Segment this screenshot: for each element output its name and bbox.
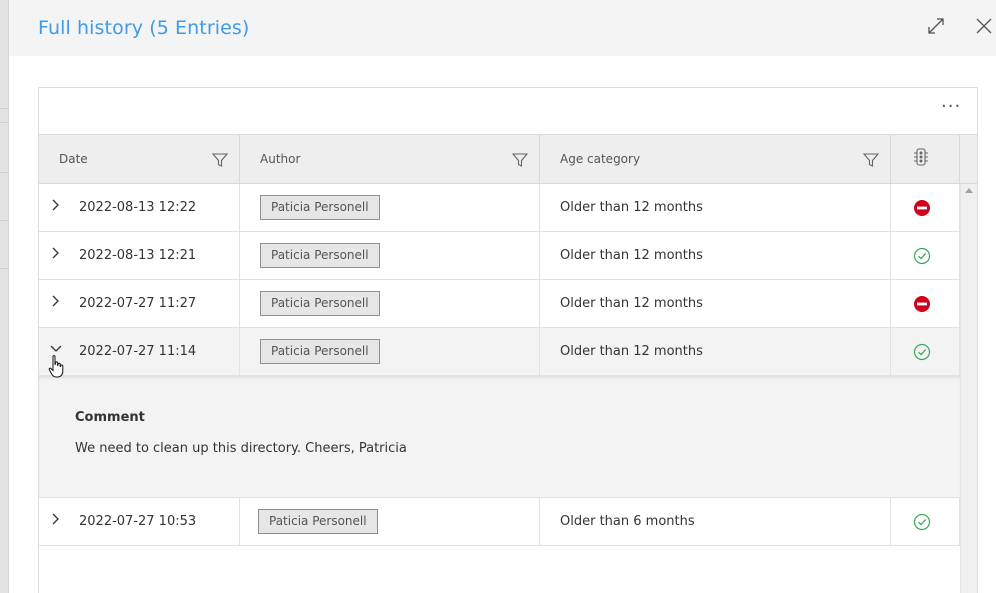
background-divider [0, 268, 9, 269]
status-cell [891, 184, 960, 231]
filter-icon[interactable] [862, 151, 880, 169]
chevron-right-icon[interactable] [48, 511, 64, 527]
row-age-category: Older than 12 months [560, 248, 703, 263]
column-header-label: Age category [560, 152, 641, 166]
close-button[interactable] [974, 16, 994, 36]
filter-icon[interactable] [211, 151, 229, 169]
grid-toolbar: ··· [39, 88, 977, 135]
author-chip[interactable]: Paticia Personell [258, 509, 378, 534]
background-divider [0, 220, 9, 221]
age-cell: Older than 12 months [540, 184, 891, 231]
table-row[interactable]: 2022-07-27 10:53 Paticia Personell Older… [39, 498, 960, 546]
status-cell [891, 280, 960, 327]
close-icon [976, 18, 992, 34]
row-age-category: Older than 6 months [560, 514, 695, 529]
status-cell [891, 498, 960, 545]
age-cell: Older than 12 months [540, 328, 891, 375]
chevron-right-icon[interactable] [48, 245, 64, 261]
history-grid-panel: ··· Date Author Age category 2022-08-13 … [38, 87, 978, 593]
author-cell: Paticia Personell [240, 232, 540, 279]
chevron-down-icon[interactable] [48, 341, 64, 357]
author-cell: Paticia Personell [240, 498, 540, 545]
more-options-button[interactable]: ··· [941, 98, 965, 120]
age-cell: Older than 12 months [540, 280, 891, 327]
table-row[interactable]: 2022-07-27 11:27 Paticia Personell Older… [39, 280, 960, 328]
table-row-expanded[interactable]: 2022-07-27 11:14 Paticia Personell Older… [39, 328, 960, 376]
scroll-up-arrow-icon[interactable] [965, 188, 973, 193]
row-age-category: Older than 12 months [560, 200, 703, 215]
row-age-category: Older than 12 months [560, 344, 703, 359]
column-header-age-category[interactable]: Age category [540, 135, 891, 183]
filter-icon[interactable] [511, 151, 529, 169]
column-header-date[interactable]: Date [39, 135, 240, 183]
comment-text: We need to clean up this directory. Chee… [75, 441, 407, 456]
check-circle-icon [913, 513, 931, 531]
expand-icon [928, 18, 944, 34]
background-divider [0, 172, 9, 173]
date-cell: 2022-08-13 12:21 [39, 232, 240, 279]
traffic-light-icon [914, 148, 928, 166]
row-date: 2022-08-13 12:22 [79, 200, 197, 215]
author-chip[interactable]: Paticia Personell [260, 243, 380, 268]
row-date: 2022-07-27 11:27 [79, 296, 197, 311]
author-cell: Paticia Personell [240, 280, 540, 327]
column-header-label: Author [260, 152, 301, 166]
row-date: 2022-07-27 10:53 [79, 514, 197, 529]
background-divider [0, 122, 9, 123]
history-dialog: Full history (5 Entries) ··· Date Author… [9, 0, 996, 593]
blocked-status-icon [914, 296, 930, 312]
age-cell: Older than 12 months [540, 232, 891, 279]
check-circle-icon [913, 343, 931, 361]
author-chip[interactable]: Paticia Personell [260, 339, 380, 364]
dialog-header: Full history (5 Entries) [9, 0, 996, 56]
date-cell: 2022-08-13 12:22 [39, 184, 240, 231]
chevron-right-icon[interactable] [48, 293, 64, 309]
vertical-scrollbar[interactable] [960, 184, 977, 593]
comment-label: Comment [75, 410, 145, 425]
column-header-status[interactable] [891, 135, 960, 183]
scroll-gutter-header [960, 135, 977, 184]
dialog-title: Full history (5 Entries) [38, 17, 250, 39]
column-header-label: Date [59, 152, 88, 166]
row-date: 2022-08-13 12:21 [79, 248, 197, 263]
grid-header-row: Date Author Age category [39, 135, 960, 184]
age-cell: Older than 6 months [540, 498, 891, 545]
background-divider [0, 108, 9, 109]
status-cell [891, 328, 960, 375]
table-row[interactable]: 2022-08-13 12:21 Paticia Personell Older… [39, 232, 960, 280]
author-chip[interactable]: Paticia Personell [260, 291, 380, 316]
table-row[interactable]: 2022-08-13 12:22 Paticia Personell Older… [39, 184, 960, 232]
author-cell: Paticia Personell [240, 184, 540, 231]
author-chip[interactable]: Paticia Personell [260, 195, 380, 220]
blocked-status-icon [914, 200, 930, 216]
author-cell: Paticia Personell [240, 328, 540, 375]
row-date: 2022-07-27 11:14 [79, 344, 197, 359]
background-page-strip [0, 0, 9, 593]
chevron-right-icon[interactable] [48, 197, 64, 213]
date-cell: 2022-07-27 11:27 [39, 280, 240, 327]
check-circle-icon [913, 247, 931, 265]
maximize-button[interactable] [926, 16, 946, 36]
row-detail-panel: Comment We need to clean up this directo… [39, 376, 960, 498]
date-cell: 2022-07-27 11:14 [39, 328, 240, 375]
row-age-category: Older than 12 months [560, 296, 703, 311]
column-header-author[interactable]: Author [240, 135, 540, 183]
date-cell: 2022-07-27 10:53 [39, 498, 240, 545]
status-cell [891, 232, 960, 279]
